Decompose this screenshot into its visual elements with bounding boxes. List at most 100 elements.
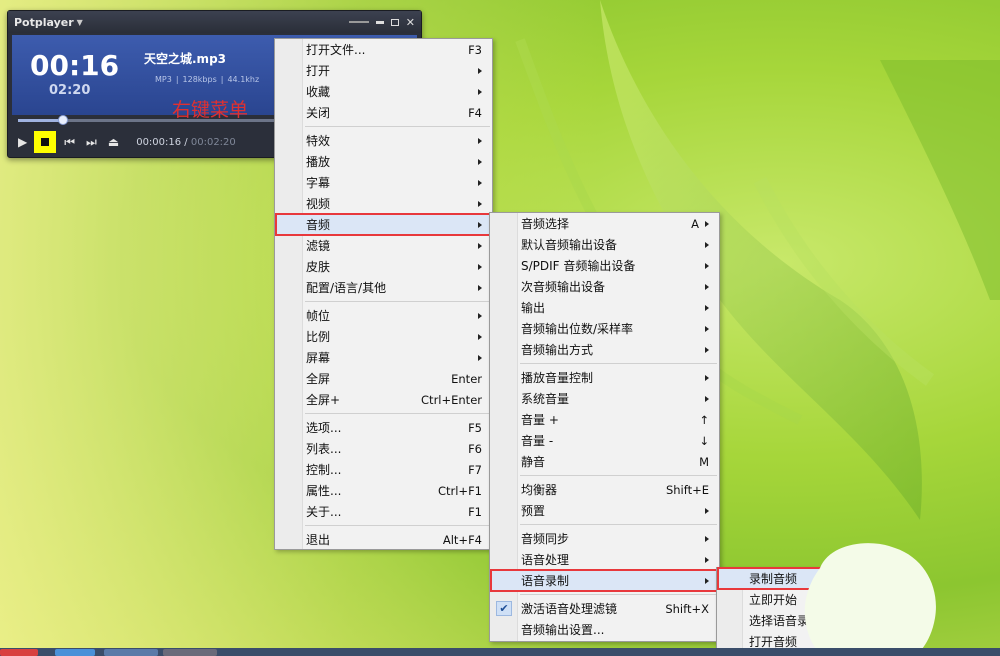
menu-item-ratio[interactable]: 比例 [275, 326, 492, 347]
submenu-arrow-icon [705, 508, 709, 514]
submenu-arrow-icon [478, 355, 482, 361]
menu-item-secondary-output[interactable]: 次音频输出设备 [490, 276, 719, 297]
track-format: MP3 [155, 75, 172, 84]
menu-item-spdif-output[interactable]: S/PDIF 音频输出设备 [490, 255, 719, 276]
taskbar-button-player[interactable] [163, 649, 217, 656]
menu-item-output[interactable]: 输出 [490, 297, 719, 318]
menu-item-default-output[interactable]: 默认音频输出设备 [490, 234, 719, 255]
submenu-arrow-icon [478, 138, 482, 144]
menu-item-playback[interactable]: 播放 [275, 151, 492, 172]
submenu-arrow-icon [478, 159, 482, 165]
menu-separator [490, 521, 719, 528]
player-titlebar[interactable]: Potplayer ▼ ✕ [8, 11, 421, 33]
annotation-label: 右键菜单 [172, 95, 248, 122]
previous-icon[interactable]: ⏮ [64, 136, 75, 148]
arrow-up-icon: ↑ [699, 413, 709, 427]
menu-item-filters[interactable]: 滤镜 [275, 235, 492, 256]
menu-item-video[interactable]: 视频 [275, 193, 492, 214]
minimize-icon[interactable] [376, 21, 384, 24]
menu-item-audio-sync[interactable]: 音频同步 [490, 528, 719, 549]
menu-item-open[interactable]: 打开 [275, 60, 492, 81]
submenu-arrow-icon [478, 243, 482, 249]
menu-item-voice-processing[interactable]: 语音处理 [490, 549, 719, 570]
time-readout: 00:00:16 / 00:02:20 [136, 137, 236, 148]
submenu-arrow-icon [705, 221, 709, 227]
menu-separator [275, 123, 492, 130]
submenu-arrow-icon [705, 557, 709, 563]
submenu-arrow-icon [478, 180, 482, 186]
track-meta: MP3| 128kbps| 44.1khz [155, 75, 259, 84]
submenu-arrow-icon [478, 264, 482, 270]
stop-icon[interactable] [41, 138, 49, 146]
menu-item-options[interactable]: 选项...F5 [275, 417, 492, 438]
menu-item-output-method[interactable]: 音频输出方式 [490, 339, 719, 360]
menu-item-bitdepth-samplerate[interactable]: 音频输出位数/采样率 [490, 318, 719, 339]
menu-item-screen[interactable]: 屏幕 [275, 347, 492, 368]
menu-separator [275, 298, 492, 305]
submenu-arrow-icon [705, 263, 709, 269]
menu-item-mute[interactable]: 静音M [490, 451, 719, 472]
context-menu-audio: 音频选择A 默认音频输出设备 S/PDIF 音频输出设备 次音频输出设备 输出 … [489, 212, 720, 642]
menu-item-favorites[interactable]: 收藏 [275, 81, 492, 102]
menu-item-volume-control[interactable]: 播放音量控制 [490, 367, 719, 388]
menu-item-system-volume[interactable]: 系统音量 [490, 388, 719, 409]
menu-item-presets[interactable]: 预置 [490, 500, 719, 521]
menu-item-subtitles[interactable]: 字幕 [275, 172, 492, 193]
menu-item-playlist[interactable]: 列表...F6 [275, 438, 492, 459]
context-menu-main: 打开文件...F3 打开 收藏 关闭F4 特效 播放 字幕 视频 音频 滤镜 皮… [274, 38, 493, 550]
menu-item-audio-output-settings[interactable]: 音频输出设置... [490, 619, 719, 640]
submenu-arrow-icon [705, 326, 709, 332]
close-icon[interactable]: ✕ [406, 16, 415, 29]
stop-button-highlight[interactable] [34, 131, 56, 153]
menu-item-close[interactable]: 关闭F4 [275, 102, 492, 123]
menu-item-open-file[interactable]: 打开文件...F3 [275, 39, 492, 60]
menu-item-audio-select[interactable]: 音频选择A [490, 213, 719, 234]
submenu-arrow-icon [705, 305, 709, 311]
track-name: 天空之城.mp3 [144, 50, 226, 67]
track-bitrate: 128kbps [183, 75, 217, 84]
play-icon[interactable]: ▶ [18, 136, 27, 148]
menu-item-skins[interactable]: 皮肤 [275, 256, 492, 277]
seek-handle[interactable] [58, 115, 68, 125]
menu-item-frame[interactable]: 帧位 [275, 305, 492, 326]
track-samplerate: 44.1khz [227, 75, 259, 84]
menu-separator [490, 360, 719, 367]
menu-item-fullscreen-plus[interactable]: 全屏+Ctrl+Enter [275, 389, 492, 410]
maximize-icon[interactable] [391, 19, 399, 26]
menu-item-volume-up[interactable]: 音量 +↑ [490, 409, 719, 430]
taskbar-button-app[interactable] [55, 649, 95, 656]
menu-item-properties[interactable]: 属性...Ctrl+F1 [275, 480, 492, 501]
opacity-slider[interactable] [349, 21, 369, 23]
total-time-display: 02:20 [49, 83, 90, 98]
submenu-arrow-icon [705, 396, 709, 402]
current-time-display: 00:16 [30, 49, 119, 82]
taskbar-button-browser[interactable] [104, 649, 158, 656]
menu-item-config-language[interactable]: 配置/语言/其他 [275, 277, 492, 298]
menu-item-activate-voice-filter[interactable]: ✔激活语音处理滤镜Shift+X [490, 598, 719, 619]
seek-fill [18, 119, 63, 122]
next-icon[interactable]: ⏭ [86, 136, 97, 148]
menu-item-fullscreen[interactable]: 全屏Enter [275, 368, 492, 389]
submenu-arrow-icon [705, 347, 709, 353]
eject-icon[interactable]: ⏏ [108, 136, 119, 148]
submenu-arrow-icon [478, 201, 482, 207]
taskbar-button-start[interactable] [0, 649, 38, 656]
menu-item-about[interactable]: 关于...F1 [275, 501, 492, 522]
menu-item-voice-recording[interactable]: 语音录制 [490, 570, 719, 591]
menu-item-audio[interactable]: 音频 [275, 214, 492, 235]
submenu-arrow-icon [478, 313, 482, 319]
redaction-blob [800, 538, 940, 656]
menu-item-effects[interactable]: 特效 [275, 130, 492, 151]
time-total: 00:02:20 [191, 137, 236, 148]
player-title[interactable]: Potplayer [14, 16, 74, 29]
submenu-arrow-icon [705, 578, 709, 584]
submenu-arrow-icon [705, 284, 709, 290]
submenu-arrow-icon [478, 222, 482, 228]
checkmark-icon: ✔ [496, 601, 512, 616]
title-menu-caret-icon[interactable]: ▼ [77, 18, 83, 27]
menu-item-volume-down[interactable]: 音量 -↓ [490, 430, 719, 451]
menu-item-exit[interactable]: 退出Alt+F4 [275, 529, 492, 550]
menu-item-control[interactable]: 控制...F7 [275, 459, 492, 480]
menu-item-equalizer[interactable]: 均衡器Shift+E [490, 479, 719, 500]
submenu-arrow-icon [478, 285, 482, 291]
